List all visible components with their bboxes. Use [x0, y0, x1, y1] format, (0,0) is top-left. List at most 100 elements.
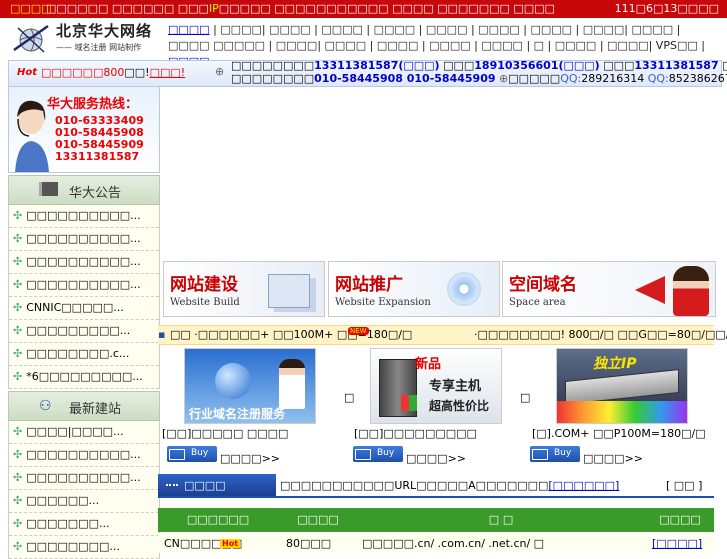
- newsite-title: 最新建站: [69, 402, 122, 417]
- banner-subtitle: Website Build: [170, 297, 240, 308]
- product-image-domain[interactable]: 行业域名注册服务: [184, 348, 316, 424]
- banner-title: 网站推广: [335, 275, 403, 295]
- banner-space-area[interactable]: 空间域名 Space area: [502, 261, 716, 317]
- nav-item[interactable]: □□□□| □□□□: [583, 23, 673, 36]
- nav-item-home[interactable]: □□□□: [168, 23, 210, 36]
- list-item[interactable]: ✣ □□□□□□□□□□...: [9, 274, 159, 297]
- list-item[interactable]: ✣ □□□□□□□□□□...: [9, 205, 159, 228]
- banner-website-expansion[interactable]: 网站推广 Website Expansion: [328, 261, 500, 317]
- list-item[interactable]: ✣ *6□□□□□□□□□...: [9, 366, 159, 389]
- nav-item[interactable]: □□□□: [481, 39, 523, 52]
- list-item[interactable]: ✣ □□□□□□□...: [9, 513, 159, 536]
- hosting-title: 专享主机: [429, 379, 482, 394]
- nav-item[interactable]: □□□□: [478, 23, 520, 36]
- ticker-left[interactable]: □□ ·□□□□□□+ □□100M+ □□=180□/□: [170, 328, 412, 341]
- product-caption[interactable]: [□□]□□□□□□□□□: [354, 427, 477, 440]
- contact-label: □: [719, 59, 727, 72]
- domain-more-link[interactable]: [ □□ ]: [666, 479, 702, 492]
- nav-item-vps[interactable]: □□□□| VPS□□: [607, 39, 698, 52]
- list-item[interactable]: ✣ □□□□□□□□.c...: [9, 343, 159, 366]
- contact-line-1: □□□□□□□□13311381587(□□□) □□□18910356601(…: [231, 59, 727, 72]
- notice-item-text: CNNIC□□□□□...: [26, 301, 124, 314]
- nav-item[interactable]: □□□□| □□□□: [276, 39, 366, 52]
- list-item[interactable]: ✣ □□□□□□□□□□...: [9, 444, 159, 467]
- nav-item[interactable]: □ | □□□□: [534, 39, 597, 52]
- banner-website-build[interactable]: 网站建设 Website Build: [163, 261, 325, 317]
- announcement-ip: IP: [208, 2, 219, 15]
- bullet-icon: ✣: [13, 301, 23, 314]
- more-link[interactable]: □□□□>>: [583, 452, 643, 465]
- product-image-ip[interactable]: 独立IP: [556, 348, 688, 424]
- bullet-icon: ✣: [13, 347, 23, 360]
- list-item[interactable]: ✣ □□□□□□□□□...: [9, 320, 159, 343]
- domain-note: □□□□□□□□□□□URL□□□□□A□□□□□□□[□□□□□□]: [280, 479, 619, 492]
- newsite-item-text: □□□□□□□...: [26, 517, 110, 530]
- person-figure: [279, 359, 305, 409]
- nav-item[interactable]: □□□□: [429, 39, 471, 52]
- bullet-icon: ✣: [13, 209, 23, 222]
- banner-subtitle: Space area: [509, 297, 566, 308]
- list-item[interactable]: ✣ CNNIC□□□□□...: [9, 297, 159, 320]
- hot-badge: Hot: [17, 67, 38, 78]
- product-caption[interactable]: [□□]□□□□□ □□□□: [162, 427, 288, 440]
- windows-logo-icon: [401, 395, 417, 411]
- ticker-bullet-icon: ▪: [158, 328, 166, 341]
- table-row: CN□□□□□□ Hot 80□□□ □□□□□.cn/ .com.cn/ .n…: [158, 533, 714, 553]
- notice-item-text: □□□□□□□□□□...: [26, 209, 141, 222]
- missing-glyph: □: [344, 391, 355, 404]
- list-item[interactable]: ✣ □□□□□□...: [9, 490, 159, 513]
- hotline-title: 华大服务热线：: [47, 97, 139, 112]
- domain-note-link[interactable]: [□□□□□□]: [548, 479, 619, 492]
- nav-item[interactable]: □□□□| □□□□: [220, 23, 310, 36]
- buy-button[interactable]: Buy: [530, 446, 580, 462]
- list-item[interactable]: ✣ □□□□|□□□□...: [9, 421, 159, 444]
- new-badge: NEW: [348, 327, 369, 335]
- announcement-text[interactable]: □□□□□□ □□□□□□ □□□IP□□□□□ □□□□□□□□□□□ □□□…: [46, 2, 555, 15]
- notice-item-text: □□□□□□□□.c...: [26, 347, 130, 360]
- list-item[interactable]: ✣ □□□□□□□□...: [9, 536, 159, 559]
- buy-button[interactable]: Buy: [353, 446, 403, 462]
- promo-text[interactable]: □□□□□□800□□!□□□!: [41, 66, 185, 79]
- new-product-tag: 新品: [415, 357, 442, 372]
- server-rack-icon: [565, 369, 679, 405]
- tab-label: □□□□: [184, 479, 226, 492]
- notice-item-text: □□□□□□□□□□...: [26, 278, 141, 291]
- qq-number[interactable]: 289216314: [581, 72, 644, 85]
- tab-domains[interactable]: □□□□: [158, 474, 276, 496]
- service-hotline-box: 华大服务热线： 010-63333409 010-58445908 010-58…: [8, 86, 160, 173]
- globe-logo-icon: [13, 24, 49, 53]
- notice-title: 华大公告: [69, 186, 122, 201]
- nav-item[interactable]: □□□□: [426, 23, 468, 36]
- more-link[interactable]: □□□□>>: [220, 452, 280, 465]
- bullet-icon: ✣: [13, 232, 23, 245]
- notice-header: 华大公告: [8, 175, 160, 205]
- newsite-item-text: □□□□□□□□□□...: [26, 471, 141, 484]
- list-item[interactable]: ✣ □□□□□□□□□□...: [9, 251, 159, 274]
- column-header: □□□□□□: [186, 513, 250, 526]
- list-item[interactable]: ✣ □□□□□□□□□□...: [9, 467, 159, 490]
- current-date: 111□6□13□□□□: [614, 2, 719, 15]
- qq-number[interactable]: 852386267: [669, 72, 727, 85]
- nav-item[interactable]: □□□□: [377, 39, 419, 52]
- domain-table-header: □□□□□□ □□□□ □ □ □□□□: [158, 508, 714, 532]
- newsite-item-text: □□□□|□□□□...: [26, 425, 124, 438]
- buy-button[interactable]: Buy: [167, 446, 217, 462]
- more-link[interactable]: □□□□>>: [406, 452, 466, 465]
- nav-item[interactable]: □□□□: [530, 23, 572, 36]
- woman-figure: [673, 266, 709, 316]
- product-image-hosting[interactable]: 新品 专享主机 超高性价比: [370, 348, 502, 424]
- promo-link[interactable]: □□□!: [150, 66, 186, 79]
- ip-product-title: 独立IP: [593, 356, 637, 372]
- phone-number: 13311381587(□□□): [314, 59, 440, 72]
- site-logo[interactable]: 北京华大网络 —— 域名注册 网站制作: [12, 20, 162, 58]
- list-item[interactable]: ✣ □□□□□□□□□□...: [9, 228, 159, 251]
- nav-item[interactable]: □□□□ | □□□□: [321, 23, 415, 36]
- ticker-right[interactable]: ·□□□□□□□□! 800□/□ □□G□□=80□/□□/□: [474, 328, 727, 341]
- nav-item[interactable]: □□□□ □□□□□: [168, 39, 265, 52]
- bullet-icon: ✣: [13, 255, 23, 268]
- promo-part-a: □□□□□□800: [41, 66, 125, 79]
- product-caption[interactable]: [□].COM+ □□P100M=180□/□: [532, 427, 706, 440]
- announcement-part-a: □□□□□□ □□□□□□ □□□: [46, 2, 209, 15]
- register-link[interactable]: [□□□□]: [652, 537, 702, 550]
- bullet-icon: ✣: [13, 425, 23, 438]
